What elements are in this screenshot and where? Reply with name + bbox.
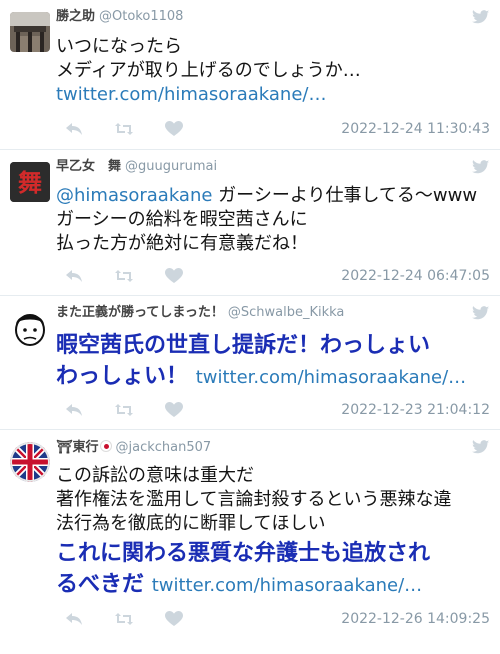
mention-link[interactable]: @himasoraakane (56, 185, 212, 206)
display-name[interactable]: ⛩東行 (56, 440, 99, 455)
tweet-text: 暇空茜氏の世直し提訴だ！わっしょい わっしょい！ twitter.com/him… (56, 330, 492, 393)
timestamp[interactable]: 2022-12-24 06:47:05 (341, 268, 490, 284)
reply-icon[interactable] (64, 121, 84, 137)
retweet-icon[interactable] (114, 402, 134, 418)
user-handle[interactable]: @guugurumai (125, 159, 217, 174)
twitter-bird-icon (472, 10, 490, 29)
tweet-header: 勝之助 @Otoko1108 (56, 9, 183, 25)
avatar[interactable] (10, 442, 50, 482)
tweet-text-line: 暇空茜氏の世直し提訴だ！わっしょい (56, 333, 431, 358)
tweet-link[interactable]: twitter.com/himasoraakane/… (196, 367, 466, 388)
tweet-card[interactable]: また正義が勝ってしまった！ @Schwalbe_Kikka 暇空茜氏の世直し提訴だ… (0, 296, 500, 430)
timestamp[interactable]: 2022-12-26 14:09:25 (341, 611, 490, 627)
tweet-text: この訴訟の意味は重大だ 著作権法を濫用して言論封殺するという悪辣な違 法行為を徹… (56, 464, 492, 601)
reply-icon[interactable] (64, 611, 84, 627)
tweet-text-line: 払った方が絶対に有意義だね！ (56, 233, 308, 254)
user-handle[interactable]: @Otoko1108 (99, 9, 183, 24)
display-name[interactable]: 早乙女 舞 (56, 159, 121, 174)
tweet-card[interactable]: 舞 早乙女 舞 @guugurumai @himasoraakane ガーシーより… (0, 150, 500, 296)
svg-text:舞: 舞 (18, 169, 42, 197)
tweet-text: @himasoraakane ガーシーより仕事してる〜www ガーシーの給料を暇… (56, 184, 492, 256)
display-name[interactable]: また正義が勝ってしまった！ (56, 305, 224, 320)
avatar[interactable]: 舞 (10, 162, 50, 202)
tweet-actions (64, 268, 184, 284)
tweet-text-line: いつになったら (56, 36, 182, 57)
reply-icon[interactable] (64, 268, 84, 284)
user-handle[interactable]: @jackchan507 (116, 440, 212, 455)
tweet-feed: 勝之助 @Otoko1108 いつになったら メディアが取り上げるのでしょうか… … (0, 0, 500, 654)
tweet-text-line: これに関わる悪質な弁護士も追放され (56, 541, 431, 566)
tweet-link[interactable]: twitter.com/himasoraakane/… (152, 575, 422, 596)
tweet-card[interactable]: ⛩東行 @jackchan507 この訴訟の意味は重大だ 著作権法を濫用して言論封… (0, 430, 500, 654)
tweet-header: 早乙女 舞 @guugurumai (56, 159, 217, 175)
retweet-icon[interactable] (114, 611, 134, 627)
tweet-text-line: ガーシーの給料を暇空茜さんに (56, 209, 308, 230)
twitter-bird-icon (472, 440, 490, 459)
tweet-text-line: るべきだ (56, 572, 145, 597)
tweet-actions (64, 611, 184, 627)
japan-flag-icon (99, 440, 112, 452)
tweet-actions (64, 402, 184, 418)
like-icon[interactable] (164, 611, 184, 627)
avatar[interactable] (10, 308, 50, 348)
tweet-header: また正義が勝ってしまった！ @Schwalbe_Kikka (56, 305, 344, 321)
like-icon[interactable] (164, 268, 184, 284)
avatar[interactable] (10, 12, 50, 52)
reply-icon[interactable] (64, 402, 84, 418)
timestamp[interactable]: 2022-12-23 21:04:12 (341, 402, 490, 418)
retweet-icon[interactable] (114, 268, 134, 284)
tweet-link[interactable]: twitter.com/himasoraakane/… (56, 83, 492, 107)
tweet-text-line: わっしょい！ (56, 364, 189, 389)
tweet-text-line: メディアが取り上げるのでしょうか… (56, 60, 361, 81)
retweet-icon[interactable] (114, 121, 134, 137)
display-name[interactable]: 勝之助 (56, 9, 95, 24)
tweet-text: いつになったら メディアが取り上げるのでしょうか… twitter.com/hi… (56, 35, 492, 107)
user-handle[interactable]: @Schwalbe_Kikka (228, 305, 345, 320)
like-icon[interactable] (164, 121, 184, 137)
twitter-bird-icon (472, 306, 490, 325)
tweet-header: ⛩東行 @jackchan507 (56, 439, 211, 456)
tweet-text-line: 著作権法を濫用して言論封殺するという悪辣な違 (56, 489, 452, 510)
tweet-text-line: ガーシーより仕事してる〜www (212, 185, 478, 206)
tweet-text-line: この訴訟の意味は重大だ (56, 465, 254, 486)
tweet-actions (64, 121, 184, 137)
like-icon[interactable] (164, 402, 184, 418)
tweet-card[interactable]: 勝之助 @Otoko1108 いつになったら メディアが取り上げるのでしょうか… … (0, 0, 500, 150)
twitter-bird-icon (472, 160, 490, 179)
timestamp[interactable]: 2022-12-24 11:30:43 (341, 121, 490, 137)
tweet-text-line: 法行為を徹底的に断罪してほしい (56, 513, 326, 534)
